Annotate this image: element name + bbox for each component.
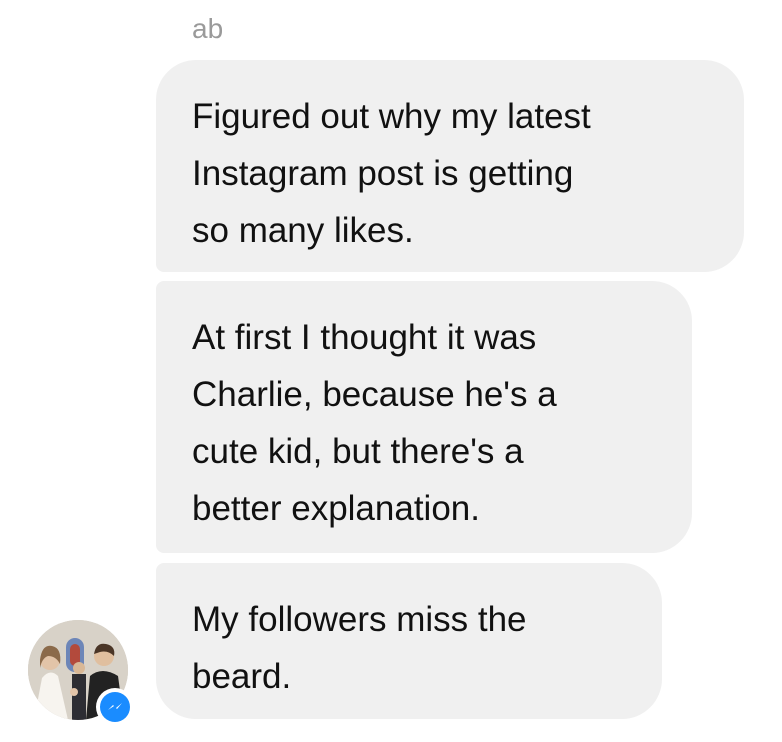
messenger-icon xyxy=(100,692,130,722)
message-bubble[interactable]: At first I thought it was Charlie, becau… xyxy=(156,281,692,553)
sender-name: ab xyxy=(192,13,224,44)
message-bubble[interactable]: Figured out why my latest Instagram post… xyxy=(156,60,744,272)
message-bubble[interactable]: My followers miss the beard. xyxy=(156,563,662,719)
messenger-badge xyxy=(96,688,134,726)
